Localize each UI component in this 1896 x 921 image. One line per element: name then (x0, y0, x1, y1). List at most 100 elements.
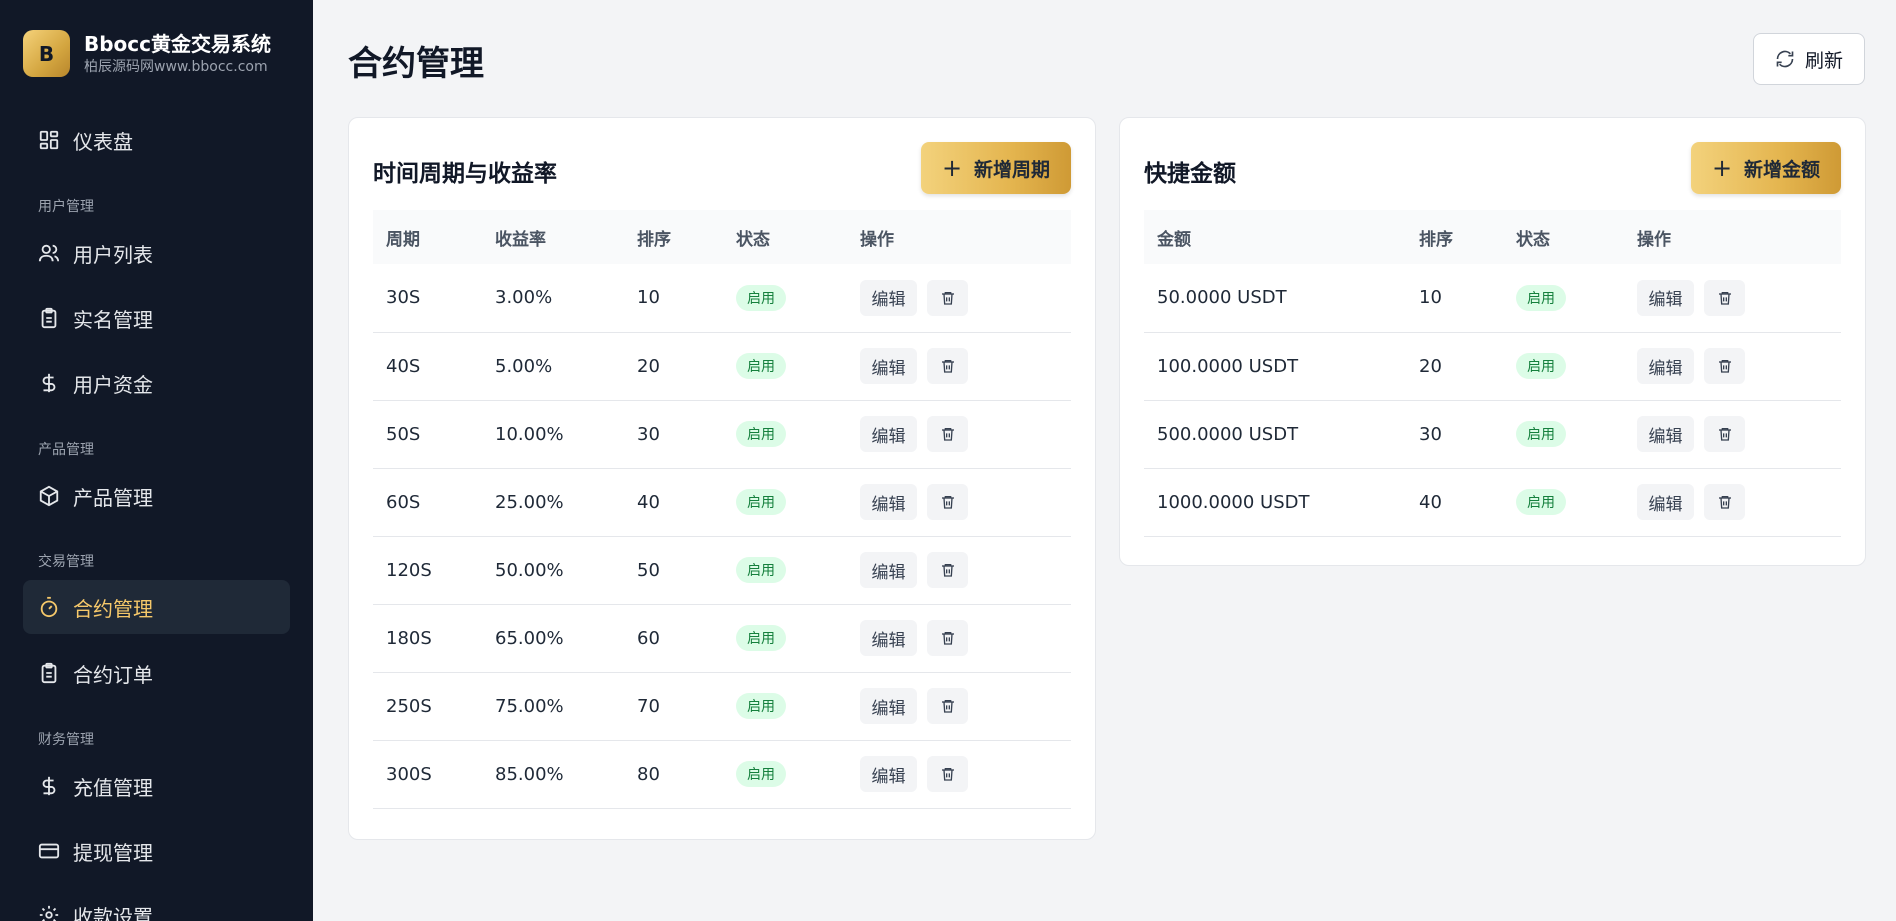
edit-button[interactable]: 编辑 (1637, 348, 1694, 384)
brand[interactable]: B Bbocc黄金交易系统 柏辰源码网www.bbocc.com (23, 30, 271, 77)
edit-button[interactable]: 编辑 (860, 484, 917, 520)
status-badge: 启用 (736, 284, 786, 311)
delete-button[interactable] (927, 552, 968, 588)
col-period: 周期 (386, 229, 420, 250)
delete-button[interactable] (927, 416, 968, 452)
refresh-icon (1775, 49, 1795, 69)
period-cell: 60S (386, 491, 421, 513)
status-cell: 启用 (723, 400, 847, 468)
dollar-icon (38, 775, 60, 797)
delete-button[interactable] (927, 756, 968, 792)
actions-cell: 编辑 (1624, 468, 1841, 536)
edit-button[interactable]: 编辑 (860, 279, 917, 316)
amount-cell: 1000.0000 USDT (1157, 491, 1310, 513)
sort-cell: 80 (637, 763, 660, 785)
sidebar-item-label: 收款设置 (73, 904, 153, 921)
edit-button[interactable]: 编辑 (860, 756, 917, 792)
status-cell: 启用 (723, 604, 847, 672)
trash-icon (940, 698, 956, 714)
delete-button[interactable] (927, 688, 968, 724)
sort-cell: 30 (637, 423, 660, 445)
status-badge: 启用 (1516, 284, 1566, 311)
delete-button[interactable] (927, 279, 968, 316)
brand-subtitle: 柏辰源码网www.bbocc.com (84, 58, 268, 75)
col-sort: 排序 (1419, 229, 1453, 250)
rate-cell: 25.00% (495, 491, 564, 513)
delete-button[interactable] (1704, 416, 1745, 452)
trash-icon (940, 494, 956, 510)
trash-icon (1717, 426, 1733, 442)
col-status: 状态 (1516, 229, 1550, 250)
delete-button[interactable] (1704, 279, 1745, 316)
actions-cell: 编辑 (1624, 264, 1841, 332)
actions-cell: 编辑 (1624, 332, 1841, 400)
status-badge: 启用 (736, 625, 786, 651)
edit-button[interactable]: 编辑 (860, 688, 917, 724)
edit-button[interactable]: 编辑 (860, 552, 917, 588)
status-badge: 启用 (1516, 421, 1566, 447)
amount-cell: 100.0000 USDT (1157, 355, 1299, 377)
refresh-button[interactable]: 刷新 (1753, 33, 1865, 85)
trash-icon (940, 630, 956, 646)
status-cell: 启用 (723, 672, 847, 740)
sidebar-item-kyc[interactable]: 实名管理 (23, 291, 290, 345)
sidebar-item-user-list[interactable]: 用户列表 (23, 226, 290, 280)
rate-cell: 50.00% (495, 559, 564, 581)
actions-cell: 编辑 (847, 468, 1071, 536)
add-period-button[interactable]: + 新增周期 (921, 142, 1071, 194)
trash-icon (940, 290, 956, 306)
table-row: 100.0000 USDT 20 启用 编辑 (1144, 332, 1841, 400)
actions-cell: 编辑 (1624, 400, 1841, 468)
trash-icon (1717, 358, 1733, 374)
sort-cell: 10 (1419, 287, 1442, 309)
delete-button[interactable] (927, 484, 968, 520)
status-cell: 启用 (723, 740, 847, 808)
users-icon (38, 242, 60, 264)
status-badge: 启用 (736, 761, 786, 787)
sidebar-item-user-funds[interactable]: 用户资金 (23, 356, 290, 410)
sidebar-item-dashboard[interactable]: 仪表盘 (23, 113, 290, 167)
table-header-row: 金额 排序 状态 操作 (1144, 210, 1841, 264)
sidebar-item-withdrawals[interactable]: 提现管理 (23, 824, 290, 878)
table-row: 300S 85.00% 80 启用 编辑 (373, 740, 1071, 808)
sidebar-item-deposits[interactable]: 充值管理 (23, 759, 290, 813)
col-sort: 排序 (637, 229, 671, 250)
sidebar-item-contracts[interactable]: 合约管理 (23, 580, 290, 634)
brand-title: Bbocc黄金交易系统 (84, 31, 272, 56)
status-cell: 启用 (1503, 468, 1624, 536)
sort-cell: 70 (637, 695, 660, 717)
card-icon (38, 840, 60, 862)
sidebar-item-payment-settings[interactable]: 收款设置 (23, 888, 290, 921)
delete-button[interactable] (1704, 484, 1745, 520)
edit-button[interactable]: 编辑 (860, 416, 917, 452)
add-amount-button[interactable]: + 新增金额 (1691, 142, 1841, 194)
status-cell: 启用 (1503, 332, 1624, 400)
sort-cell: 20 (637, 355, 660, 377)
delete-button[interactable] (927, 620, 968, 656)
status-cell: 启用 (723, 264, 847, 332)
edit-button[interactable]: 编辑 (1637, 484, 1694, 520)
rate-cell: 3.00% (495, 287, 553, 309)
sidebar-item-contract-orders[interactable]: 合约订单 (23, 646, 290, 700)
box-icon (38, 485, 60, 507)
delete-button[interactable] (927, 348, 968, 384)
rate-cell: 65.00% (495, 627, 564, 649)
period-cell: 30S (386, 287, 421, 309)
status-badge: 启用 (1516, 489, 1566, 515)
col-amount: 金额 (1157, 229, 1191, 250)
sidebar-item-products[interactable]: 产品管理 (23, 469, 290, 523)
edit-button[interactable]: 编辑 (860, 620, 917, 656)
section-trade-management: 交易管理 (38, 554, 94, 570)
add-amount-label: 新增金额 (1744, 158, 1821, 181)
rate-cell: 5.00% (495, 355, 553, 377)
edit-button[interactable]: 编辑 (1637, 416, 1694, 452)
actions-cell: 编辑 (847, 332, 1071, 400)
sidebar-item-label: 提现管理 (73, 840, 153, 865)
section-finance-management: 财务管理 (38, 732, 94, 748)
sidebar-item-label: 仪表盘 (73, 129, 133, 154)
table-row: 50S 10.00% 30 启用 编辑 (373, 400, 1071, 468)
delete-button[interactable] (1704, 348, 1745, 384)
edit-button[interactable]: 编辑 (1637, 279, 1694, 316)
actions-cell: 编辑 (847, 672, 1071, 740)
edit-button[interactable]: 编辑 (860, 348, 917, 384)
